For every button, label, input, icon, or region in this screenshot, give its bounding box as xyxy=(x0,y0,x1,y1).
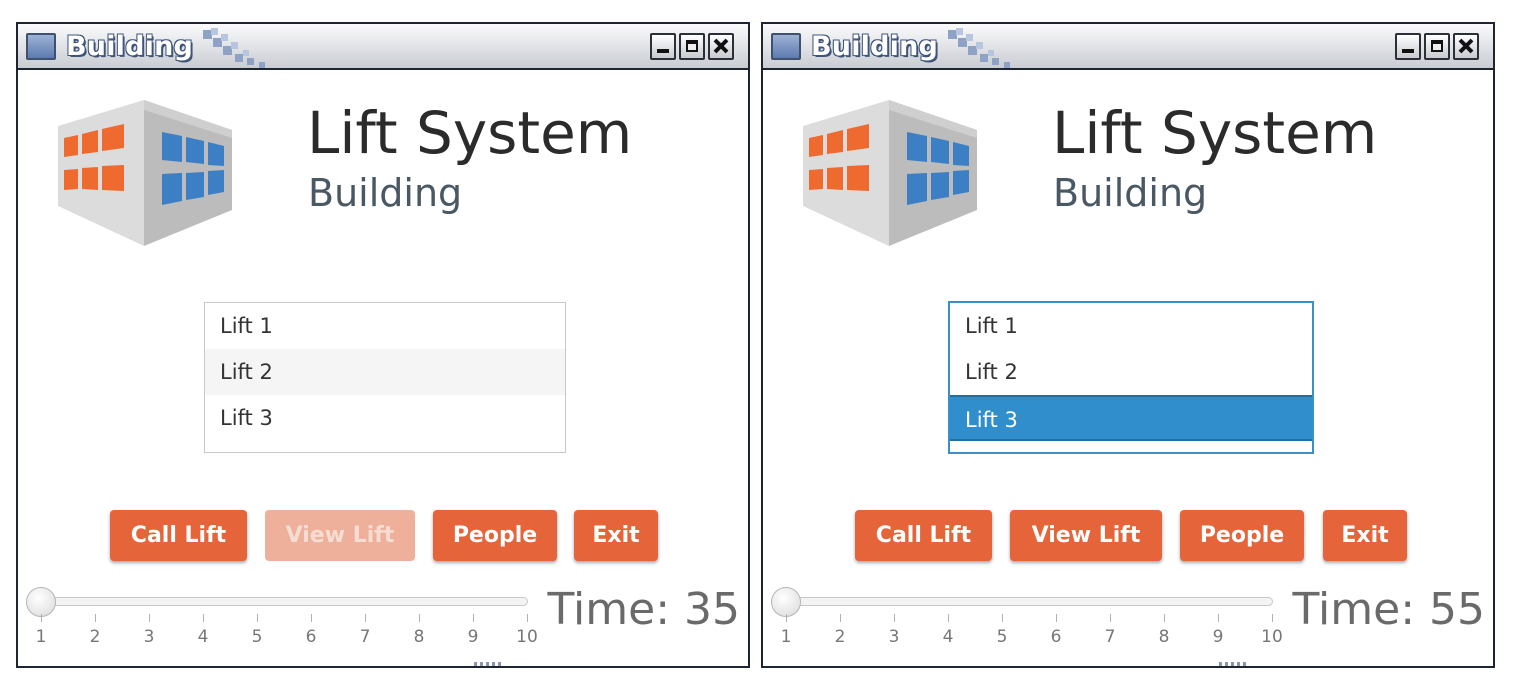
maximize-button[interactable] xyxy=(1424,33,1450,60)
maximize-icon xyxy=(1431,40,1443,52)
lift-list[interactable]: Lift 1 Lift 2 Lift 3 xyxy=(948,301,1314,454)
slider-tick xyxy=(1110,614,1111,622)
call-lift-button[interactable]: Call Lift xyxy=(855,510,992,561)
building-logo-icon xyxy=(803,100,977,246)
slider-tick-label: 5 xyxy=(251,627,263,647)
slider-tick-label: 3 xyxy=(888,627,900,647)
list-item-lift-1[interactable]: Lift 1 xyxy=(950,303,1312,349)
slider-tick-label: 4 xyxy=(942,627,954,647)
slider-tick xyxy=(95,614,96,622)
window-title: Building xyxy=(66,31,194,62)
slider-tick-label: 9 xyxy=(1212,627,1224,647)
slider-tick-label: 4 xyxy=(197,627,209,647)
slider-track[interactable] xyxy=(787,597,1273,606)
minimize-icon xyxy=(1402,49,1414,53)
title-bar[interactable]: Building xyxy=(763,24,1493,70)
maximize-icon xyxy=(686,40,698,52)
app-subtitle: Building xyxy=(308,171,463,215)
slider-tick-label: 3 xyxy=(143,627,155,647)
slider-tick-label: 10 xyxy=(516,627,538,647)
resize-grip-icon[interactable] xyxy=(474,662,504,666)
slider-tick xyxy=(41,614,42,622)
app-subtitle: Building xyxy=(1053,171,1208,215)
minimize-icon xyxy=(657,49,669,53)
building-logo-icon xyxy=(58,100,232,246)
slider-tick xyxy=(786,614,787,622)
slider-tick xyxy=(1002,614,1003,622)
slider-tick-label: 10 xyxy=(1261,627,1283,647)
slider-tick xyxy=(149,614,150,622)
slider-tick xyxy=(894,614,895,622)
title-bar[interactable]: Building xyxy=(18,24,748,70)
slider-thumb[interactable] xyxy=(771,587,801,617)
slider-tick xyxy=(840,614,841,622)
slider-tick xyxy=(203,614,204,622)
slider-tick-label: 5 xyxy=(996,627,1008,647)
app-title: Lift System xyxy=(1052,99,1378,167)
slider-tick-label: 9 xyxy=(467,627,479,647)
close-button[interactable] xyxy=(1453,33,1479,60)
slider-tick-label: 8 xyxy=(1158,627,1170,647)
list-item-lift-1[interactable]: Lift 1 xyxy=(205,303,565,349)
list-item-lift-2[interactable]: Lift 2 xyxy=(950,349,1312,395)
slider-tick-label: 6 xyxy=(305,627,317,647)
view-lift-button[interactable]: View Lift xyxy=(265,510,415,561)
close-button[interactable] xyxy=(708,33,734,60)
window-app-icon[interactable] xyxy=(26,33,56,60)
slider-tick xyxy=(1272,614,1273,622)
slider-track[interactable] xyxy=(42,597,528,606)
title-pattern-decoration xyxy=(948,28,1010,68)
slider-tick-label: 7 xyxy=(1104,627,1116,647)
window-app-icon[interactable] xyxy=(771,33,801,60)
slider-tick xyxy=(365,614,366,622)
window-title: Building xyxy=(811,31,939,62)
list-item-lift-2[interactable]: Lift 2 xyxy=(205,349,565,395)
slider-tick xyxy=(1056,614,1057,622)
people-button[interactable]: People xyxy=(1180,510,1304,561)
slider-tick-label: 8 xyxy=(413,627,425,647)
slider-tick xyxy=(311,614,312,622)
list-item-lift-3[interactable]: Lift 3 xyxy=(205,395,565,441)
slider-tick-label: 7 xyxy=(359,627,371,647)
building-window-1: Building Lift System Building Lift 1 Lif… xyxy=(16,22,750,668)
close-icon xyxy=(1458,38,1474,54)
slider-tick xyxy=(1218,614,1219,622)
slider-tick-label: 1 xyxy=(35,627,47,647)
slider-tick xyxy=(419,614,420,622)
slider-tick-label: 2 xyxy=(834,627,846,647)
exit-button[interactable]: Exit xyxy=(1323,510,1407,561)
slider-thumb[interactable] xyxy=(26,587,56,617)
slider-tick xyxy=(948,614,949,622)
maximize-button[interactable] xyxy=(679,33,705,60)
time-label: Time: 35 xyxy=(547,584,740,635)
slider-tick-label: 1 xyxy=(780,627,792,647)
minimize-button[interactable] xyxy=(650,33,676,60)
people-button[interactable]: People xyxy=(433,510,557,561)
exit-button[interactable]: Exit xyxy=(574,510,658,561)
time-label: Time: 55 xyxy=(1292,584,1485,635)
close-icon xyxy=(713,38,729,54)
slider-tick-label: 6 xyxy=(1050,627,1062,647)
resize-grip-icon[interactable] xyxy=(1219,662,1249,666)
slider-tick-label: 2 xyxy=(89,627,101,647)
app-title: Lift System xyxy=(307,99,633,167)
call-lift-button[interactable]: Call Lift xyxy=(110,510,247,561)
list-item-lift-3[interactable]: Lift 3 xyxy=(950,395,1312,441)
slider-tick xyxy=(527,614,528,622)
view-lift-button[interactable]: View Lift xyxy=(1010,510,1162,561)
title-pattern-decoration xyxy=(203,28,265,68)
slider-tick xyxy=(257,614,258,622)
slider-tick xyxy=(473,614,474,622)
slider-tick xyxy=(1164,614,1165,622)
building-window-2: Building Lift System Building Lift 1 Lif… xyxy=(761,22,1495,668)
lift-list[interactable]: Lift 1 Lift 2 Lift 3 xyxy=(204,302,566,453)
minimize-button[interactable] xyxy=(1395,33,1421,60)
